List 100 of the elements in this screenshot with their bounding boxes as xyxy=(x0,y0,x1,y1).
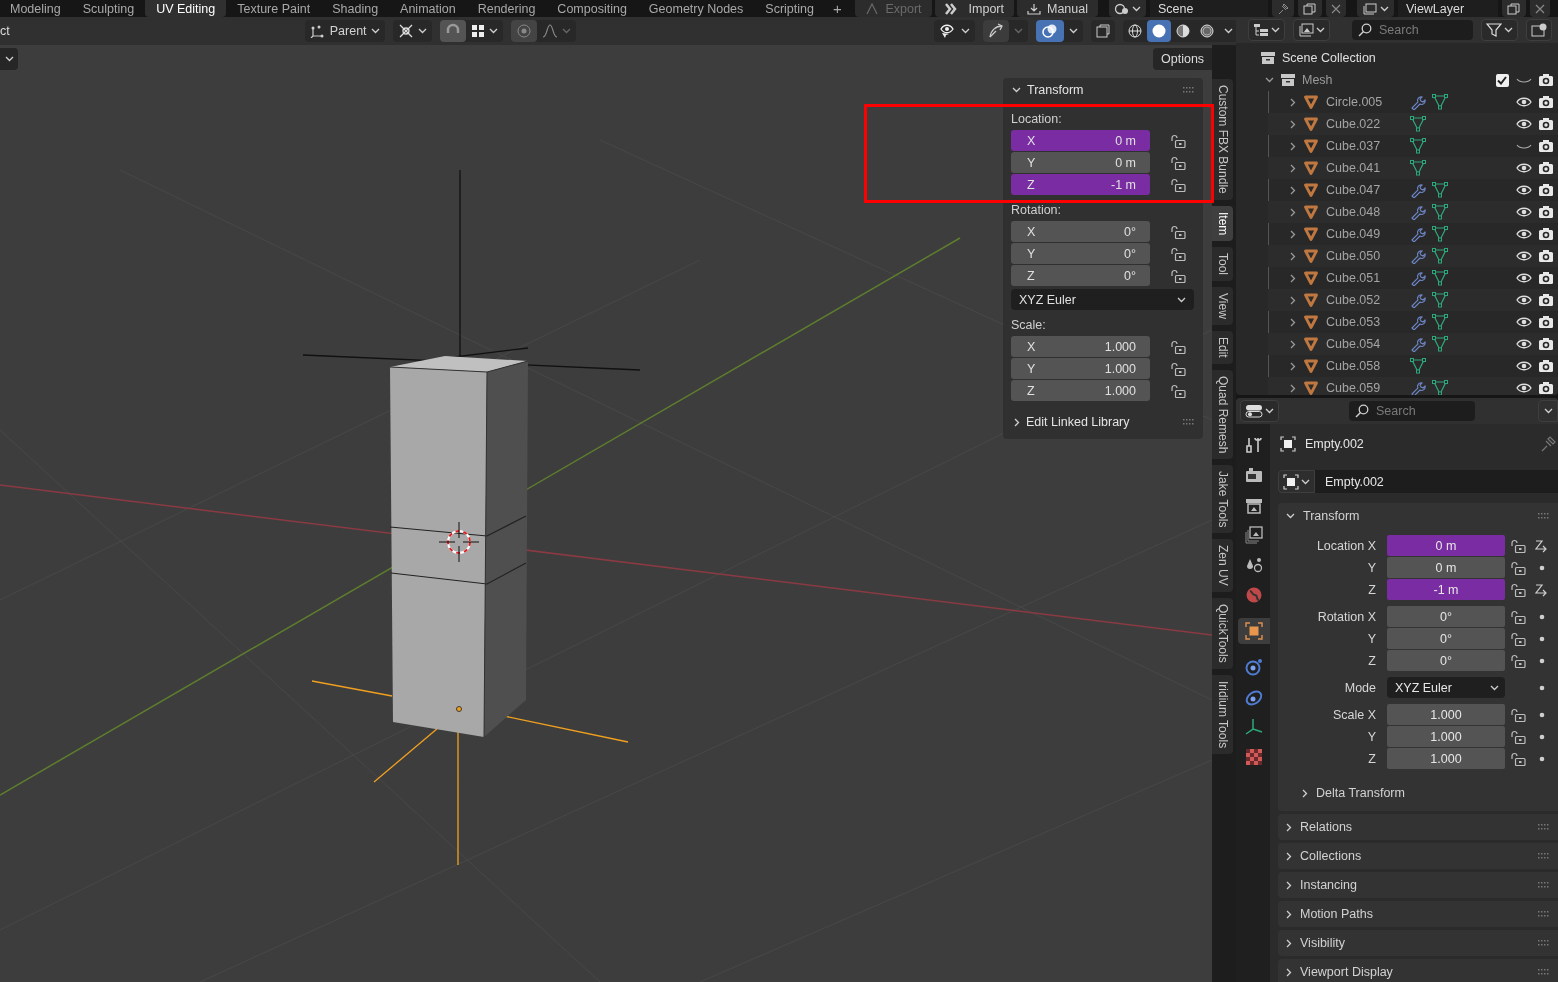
workspace-tab[interactable]: Compositing xyxy=(546,0,638,17)
filter-dropdown[interactable] xyxy=(1481,19,1518,41)
view-layer-browse-button[interactable] xyxy=(1357,0,1394,17)
camera-icon[interactable] xyxy=(1538,359,1554,373)
number-field[interactable]: 0° xyxy=(1387,606,1505,627)
sidebar-tab[interactable]: QuickTools xyxy=(1212,598,1233,669)
workspace-tab[interactable]: Texture Paint xyxy=(226,0,322,17)
object-name[interactable]: Cube.049 xyxy=(1326,227,1404,241)
panel-title[interactable]: Transform xyxy=(1303,509,1360,523)
camera-icon[interactable] xyxy=(1538,227,1554,241)
sidebar-tab[interactable]: Edit xyxy=(1212,330,1233,364)
eye-icon[interactable] xyxy=(1516,162,1532,174)
object-name[interactable]: Cube.047 xyxy=(1326,183,1404,197)
sidebar-tab[interactable]: Iridium Tools xyxy=(1212,674,1233,754)
camera-icon[interactable] xyxy=(1538,183,1554,197)
camera-icon[interactable] xyxy=(1538,95,1554,109)
camera-icon[interactable] xyxy=(1538,271,1554,285)
object-name-field[interactable]: Empty.002 xyxy=(1315,470,1558,493)
number-field[interactable]: -1 m xyxy=(1387,579,1505,600)
object-name[interactable]: Cube.022 xyxy=(1326,117,1404,131)
rotation-mode-dropdown[interactable]: XYZ Euler xyxy=(1387,677,1505,698)
object-name[interactable]: Cube.058 xyxy=(1326,359,1404,373)
new-scene-button[interactable] xyxy=(1298,0,1322,17)
eye-icon[interactable] xyxy=(1516,184,1532,196)
new-view-layer-button[interactable] xyxy=(1502,0,1526,17)
shading-mode-button[interactable] xyxy=(1146,20,1171,42)
camera-icon[interactable] xyxy=(1538,117,1554,131)
camera-icon[interactable] xyxy=(1538,161,1554,175)
camera-icon[interactable] xyxy=(1538,205,1554,219)
camera-icon[interactable] xyxy=(1538,381,1554,395)
object-browse-button[interactable] xyxy=(1278,470,1315,493)
eye-icon[interactable] xyxy=(1516,96,1532,108)
sidebar-tab[interactable]: View xyxy=(1212,287,1233,325)
number-field[interactable]: 1.000 xyxy=(1387,726,1505,747)
filter-image-dropdown[interactable] xyxy=(1293,19,1330,41)
panel-title[interactable]: Motion Paths xyxy=(1300,907,1373,921)
number-field[interactable]: 1.000 xyxy=(1387,748,1505,769)
workspace-tab[interactable]: UV Editing xyxy=(145,0,227,17)
proportional-edit-toggle[interactable] xyxy=(510,20,537,42)
new-collection-button[interactable] xyxy=(1526,19,1552,41)
camera-icon[interactable] xyxy=(1538,337,1554,351)
panel-title[interactable]: Instancing xyxy=(1300,878,1357,892)
number-field[interactable]: 0° xyxy=(1387,628,1505,649)
number-field[interactable]: X 1.000 xyxy=(1011,336,1150,357)
number-field[interactable]: X 0° xyxy=(1011,221,1150,242)
camera-icon[interactable] xyxy=(1538,315,1554,329)
eye-icon[interactable] xyxy=(1516,338,1532,350)
delete-scene-button[interactable] xyxy=(1326,0,1346,17)
sidebar-tab[interactable]: Tool xyxy=(1212,247,1233,282)
number-field[interactable]: 0° xyxy=(1387,650,1505,671)
mode-menu-text[interactable]: ct xyxy=(0,24,10,38)
options-dropdown[interactable]: Options xyxy=(1153,48,1212,70)
camera-icon[interactable] xyxy=(1538,73,1554,87)
workspace-tab[interactable]: Modeling xyxy=(0,0,72,17)
display-mode-dropdown[interactable] xyxy=(1248,19,1285,41)
number-field[interactable]: Y 0° xyxy=(1011,243,1150,264)
gizmo-toggle[interactable] xyxy=(982,20,1009,42)
delete-view-layer-button[interactable] xyxy=(1530,0,1550,17)
scene-collection-label[interactable]: Scene Collection xyxy=(1282,51,1376,65)
add-workspace-button[interactable]: + xyxy=(824,0,850,17)
object-name[interactable]: Cube.052 xyxy=(1326,293,1404,307)
number-field[interactable]: 0 m xyxy=(1387,535,1505,556)
camera-icon[interactable] xyxy=(1538,249,1554,263)
eye-icon[interactable] xyxy=(1516,294,1532,306)
object-name[interactable]: Cube.054 xyxy=(1326,337,1404,351)
number-field[interactable]: X 0 m xyxy=(1011,130,1150,151)
object-name[interactable]: Cube.041 xyxy=(1326,161,1404,175)
eye-icon[interactable] xyxy=(1516,316,1532,328)
number-field[interactable]: 0 m xyxy=(1387,557,1505,578)
panel-title[interactable]: Edit Linked Library xyxy=(1026,415,1130,429)
collection-name[interactable]: Mesh xyxy=(1302,73,1482,87)
object-name[interactable]: Cube.048 xyxy=(1326,205,1404,219)
object-name[interactable]: Circle.005 xyxy=(1326,95,1404,109)
number-field[interactable]: Z -1 m xyxy=(1011,174,1150,195)
workspace-tab[interactable]: Scripting xyxy=(754,0,825,17)
camera-icon[interactable] xyxy=(1538,293,1554,307)
number-field[interactable]: Z 1.000 xyxy=(1011,380,1150,401)
toolbar-button[interactable]: Manual xyxy=(1017,0,1098,17)
search-field[interactable]: Search xyxy=(1352,20,1473,40)
camera-icon[interactable] xyxy=(1538,139,1554,153)
panel-title[interactable]: Visibility xyxy=(1300,936,1345,950)
object-name[interactable]: Cube.050 xyxy=(1326,249,1404,263)
number-field[interactable]: Y 1.000 xyxy=(1011,358,1150,379)
eye-icon[interactable] xyxy=(1516,382,1532,394)
panel-title[interactable]: Transform xyxy=(1027,83,1084,97)
sidebar-tab[interactable]: Quad Remesh xyxy=(1212,369,1233,459)
sidebar-tab[interactable]: Custom FBX Bundle xyxy=(1212,79,1233,200)
panel-title[interactable]: Relations xyxy=(1300,820,1353,834)
workspace-tab[interactable]: Rendering xyxy=(466,0,547,17)
sidebar-tab[interactable]: Jake Tools xyxy=(1212,464,1233,534)
eye-icon[interactable] xyxy=(1516,250,1532,262)
object-name[interactable]: Cube.053 xyxy=(1326,315,1404,329)
scene-field[interactable]: Scene xyxy=(1150,0,1268,17)
overlays-toggle[interactable] xyxy=(1035,20,1064,42)
workspace-tab[interactable]: Geometry Nodes xyxy=(637,0,755,17)
toolbar-button[interactable]: Import xyxy=(934,0,1014,17)
panel-title[interactable]: Delta Transform xyxy=(1316,786,1405,800)
mode-dropdown[interactable] xyxy=(0,48,18,70)
workspace-tab[interactable]: Animation xyxy=(389,0,467,17)
panel-title[interactable]: Collections xyxy=(1300,849,1362,863)
